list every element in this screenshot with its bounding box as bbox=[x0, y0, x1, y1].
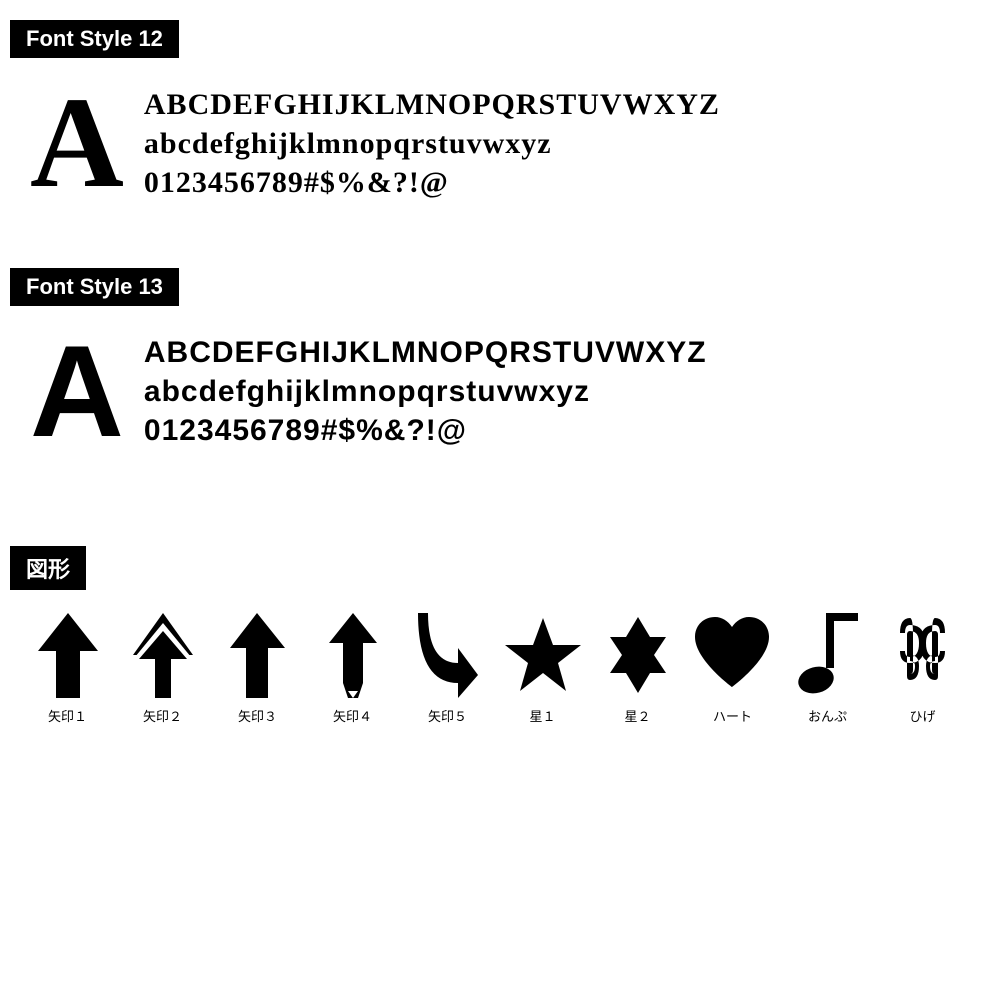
shape-star1: 星１ bbox=[495, 610, 590, 725]
font-style-13-chars: ABCDEFGHIJKLMNOPQRSTUVWXYZ abcdefghijklm… bbox=[144, 333, 707, 450]
font-style-12-chars: ABCDEFGHIJKLMNOPQRSTUVWXYZ abcdefghijklm… bbox=[144, 85, 720, 202]
shape-arrow3: 矢印３ bbox=[210, 610, 305, 725]
arrow4-label: 矢印４ bbox=[333, 706, 372, 725]
mustache-label: ひげ bbox=[909, 706, 935, 725]
font-style-12-badge: Font Style 12 bbox=[10, 20, 179, 58]
font-style-12-big-letter: A bbox=[30, 78, 124, 208]
shape-star2: 星２ bbox=[590, 610, 685, 725]
shapes-badge: 図形 bbox=[10, 546, 86, 590]
shape-note: おんぷ bbox=[780, 610, 875, 725]
star1-icon bbox=[503, 610, 583, 700]
arrow2-label: 矢印２ bbox=[143, 706, 182, 725]
arrow3-label: 矢印３ bbox=[238, 706, 277, 725]
star1-label: 星１ bbox=[529, 706, 555, 725]
font-style-13-line-1: ABCDEFGHIJKLMNOPQRSTUVWXYZ bbox=[144, 333, 707, 372]
arrow5-icon bbox=[418, 610, 478, 700]
arrow2-icon bbox=[133, 610, 193, 700]
font-style-12-display: A ABCDEFGHIJKLMNOPQRSTUVWXYZ abcdefghijk… bbox=[10, 68, 990, 218]
font-style-13-line-3: 0123456789#$%&?!@ bbox=[144, 411, 707, 450]
font-style-12-section: Font Style 12 A ABCDEFGHIJKLMNOPQRSTUVWX… bbox=[10, 20, 990, 218]
arrow5-label: 矢印５ bbox=[428, 706, 467, 725]
shape-mustache: ひげ bbox=[875, 610, 970, 725]
arrow1-label: 矢印１ bbox=[48, 706, 87, 725]
font-style-13-line-2: abcdefghijklmnopqrstuvwxyz bbox=[144, 372, 707, 411]
note-label: おんぷ bbox=[808, 706, 847, 725]
star2-label: 星２ bbox=[624, 706, 650, 725]
arrow1-icon bbox=[38, 610, 98, 700]
arrow3-icon bbox=[230, 610, 285, 700]
font-style-12-line-3: 0123456789#$%&?!@ bbox=[144, 163, 720, 202]
shape-arrow5: 矢印５ bbox=[400, 610, 495, 725]
shape-arrow2: 矢印２ bbox=[115, 610, 210, 725]
font-style-12-line-2: abcdefghijklmnopqrstuvwxyz bbox=[144, 124, 720, 163]
page: Font Style 12 A ABCDEFGHIJKLMNOPQRSTUVWX… bbox=[0, 0, 1000, 745]
font-style-13-display: A ABCDEFGHIJKLMNOPQRSTUVWXYZ abcdefghijk… bbox=[10, 316, 990, 466]
font-style-13-big-letter: A bbox=[30, 326, 124, 456]
note-icon bbox=[798, 610, 858, 700]
shape-heart: ハート bbox=[685, 610, 780, 725]
arrow4-icon bbox=[329, 610, 377, 700]
heart-label: ハート bbox=[713, 706, 752, 725]
star2-icon bbox=[598, 610, 678, 700]
heart-icon bbox=[690, 610, 775, 700]
font-style-13-section: Font Style 13 A ABCDEFGHIJKLMNOPQRSTUVWX… bbox=[10, 268, 990, 466]
shape-arrow4: 矢印４ bbox=[305, 610, 400, 725]
mustache-icon bbox=[900, 610, 945, 700]
shapes-grid: 矢印１ 矢印２ bbox=[10, 600, 990, 725]
font-style-12-line-1: ABCDEFGHIJKLMNOPQRSTUVWXYZ bbox=[144, 85, 720, 124]
shape-arrow1: 矢印１ bbox=[20, 610, 115, 725]
font-style-13-badge: Font Style 13 bbox=[10, 268, 179, 306]
shapes-section: 図形 矢印１ bbox=[10, 546, 990, 725]
